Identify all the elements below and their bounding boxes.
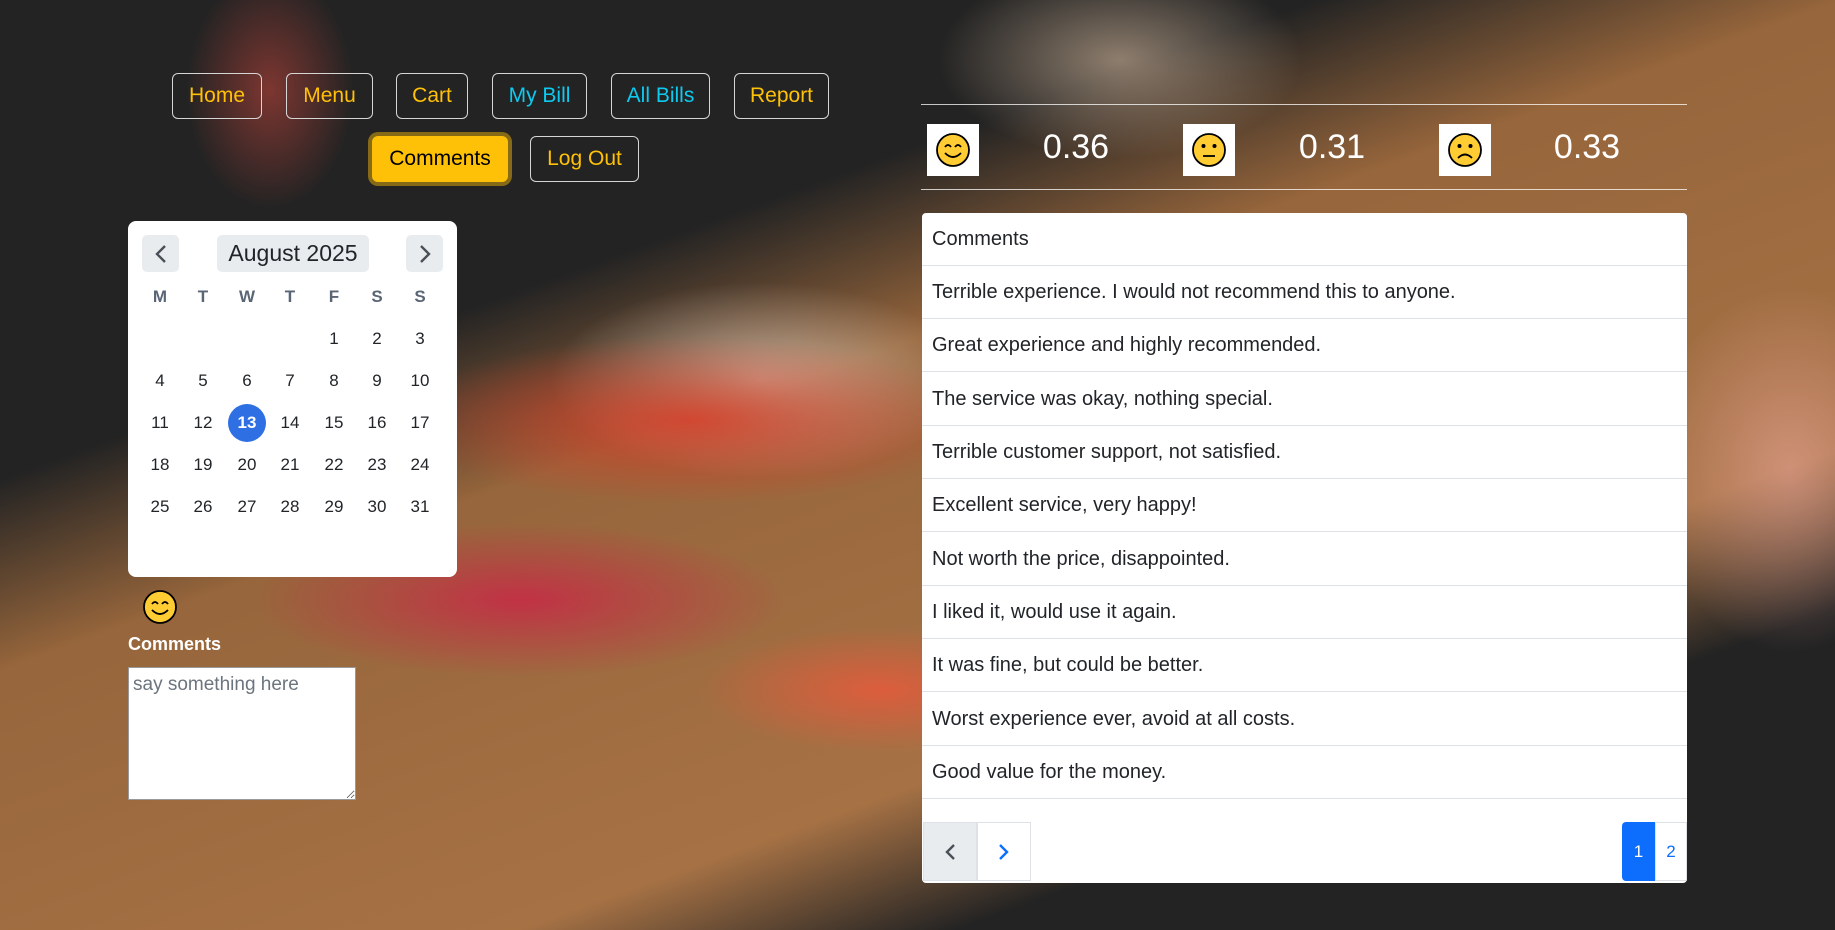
- calendar-day[interactable]: 28: [271, 488, 309, 526]
- calendar-day[interactable]: 31: [401, 488, 439, 526]
- calendar-day[interactable]: 2: [358, 320, 396, 358]
- calendar-day[interactable]: 15: [315, 404, 353, 442]
- positive-sentiment-icon-box: [927, 124, 979, 176]
- comment-item: It was fine, but could be better.: [922, 639, 1687, 692]
- calendar-day[interactable]: 22: [315, 446, 353, 484]
- calendar-day[interactable]: 30: [358, 488, 396, 526]
- comment-item: I liked it, would use it again.: [922, 586, 1687, 639]
- calendar-day[interactable]: 14: [271, 404, 309, 442]
- all-bills-button[interactable]: All Bills: [611, 73, 710, 119]
- calendar-day[interactable]: 17: [401, 404, 439, 442]
- cart-button[interactable]: Cart: [396, 73, 468, 119]
- page-1-button[interactable]: 1: [1622, 822, 1655, 881]
- menu-button[interactable]: Menu: [286, 73, 373, 119]
- comments-panel-header: Comments: [922, 213, 1687, 266]
- weekday-label: F: [328, 287, 340, 306]
- next-page-button[interactable]: [977, 822, 1031, 881]
- chevron-left-icon: [154, 244, 166, 263]
- comment-item: Good value for the money.: [922, 746, 1687, 799]
- divider-bottom: [921, 189, 1687, 190]
- home-button[interactable]: Home: [172, 73, 262, 119]
- calendar-day[interactable]: 16: [358, 404, 396, 442]
- calendar-day[interactable]: 25: [141, 488, 179, 526]
- calendar-day[interactable]: 5: [184, 362, 222, 400]
- calendar-day[interactable]: 1: [315, 320, 353, 358]
- comment-item: Terrible customer support, not satisfied…: [922, 426, 1687, 479]
- weekday-label: S: [414, 287, 426, 306]
- weekday-label: W: [238, 287, 256, 306]
- comment-item: Worst experience ever, avoid at all cost…: [922, 693, 1687, 746]
- calendar-day-selected[interactable]: 13: [228, 404, 266, 442]
- report-button[interactable]: Report: [734, 73, 829, 119]
- calendar-day[interactable]: 24: [401, 446, 439, 484]
- calendar-day[interactable]: 26: [184, 488, 222, 526]
- smiling-face-icon: [143, 590, 177, 624]
- calendar-day[interactable]: 18: [141, 446, 179, 484]
- calendar-day[interactable]: 8: [315, 362, 353, 400]
- weekday-header-row: MTWTFSS: [128, 278, 457, 320]
- calendar-day[interactable]: 21: [271, 446, 309, 484]
- weekday-label: T: [284, 287, 296, 306]
- calendar-day[interactable]: 20: [228, 446, 266, 484]
- divider-top: [921, 104, 1687, 105]
- negative-sentiment-icon-box: [1439, 124, 1491, 176]
- calendar-day[interactable]: 7: [271, 362, 309, 400]
- calendar-day[interactable]: 27: [228, 488, 266, 526]
- calendar-week-row: 4 5 6 7 8 9 10: [128, 362, 457, 404]
- neutral-sentiment-value: 0.31: [1298, 128, 1366, 166]
- my-bill-button[interactable]: My Bill: [492, 73, 587, 119]
- comment-item: Great experience and highly recommended.: [922, 319, 1687, 372]
- previous-month-button[interactable]: [142, 235, 179, 272]
- neutral-sentiment-icon-box: [1183, 124, 1235, 176]
- neutral-face-icon: [1192, 133, 1226, 167]
- calendar-day[interactable]: 19: [184, 446, 222, 484]
- calendar-day[interactable]: 9: [358, 362, 396, 400]
- comment-textarea[interactable]: [128, 667, 356, 800]
- page-2-button[interactable]: 2: [1655, 822, 1687, 881]
- calendar-day[interactable]: 6: [228, 362, 266, 400]
- previous-page-button[interactable]: [923, 822, 977, 881]
- smiling-face-icon: [936, 133, 970, 167]
- comment-label: Comments: [128, 634, 222, 654]
- calendar-day[interactable]: 23: [358, 446, 396, 484]
- weekday-label: S: [371, 287, 383, 306]
- calendar-day[interactable]: 11: [141, 404, 179, 442]
- comment-item: Not worth the price, disappointed.: [922, 533, 1687, 586]
- log-out-button[interactable]: Log Out: [530, 136, 639, 182]
- negative-sentiment-value: 0.33: [1553, 128, 1621, 166]
- chevron-right-icon: [419, 244, 431, 263]
- calendar-week-row: 123: [128, 320, 457, 362]
- next-month-button[interactable]: [406, 235, 443, 272]
- weekday-label: M: [152, 287, 168, 306]
- comment-item: Terrible experience. I would not recomme…: [922, 266, 1687, 319]
- calendar-month-label[interactable]: August 2025: [217, 235, 369, 272]
- positive-sentiment-value: 0.36: [1042, 128, 1110, 166]
- calendar-week-row: 11 12 13 14 15 16 17: [128, 404, 457, 446]
- chevron-left-icon: [945, 843, 955, 860]
- date-picker-calendar: August 2025 M T W T F S S 1 2 3 4 5 6 7 8 9 10 11 12 13 14 15…: [128, 221, 457, 577]
- frowning-face-icon: [1448, 133, 1482, 167]
- weekday-label: T: [197, 287, 209, 306]
- calendar-day[interactable]: 12: [184, 404, 222, 442]
- calendar-day[interactable]: 4: [141, 362, 179, 400]
- comments-panel: Comments Terrible experience. I would no…: [922, 213, 1687, 883]
- calendar-day[interactable]: 29: [315, 488, 353, 526]
- comment-item: Excellent service, very happy!: [922, 479, 1687, 532]
- comment-item: The service was okay, nothing special.: [922, 373, 1687, 426]
- calendar-day[interactable]: 3: [401, 320, 439, 358]
- calendar-week-row: 18 19 20 21 22 23 24: [128, 446, 457, 488]
- calendar-week-row: 25 26 27 28 29 30 31: [128, 488, 457, 530]
- calendar-day[interactable]: 10: [401, 362, 439, 400]
- comments-button[interactable]: Comments: [372, 136, 508, 182]
- chevron-right-icon: [999, 843, 1009, 860]
